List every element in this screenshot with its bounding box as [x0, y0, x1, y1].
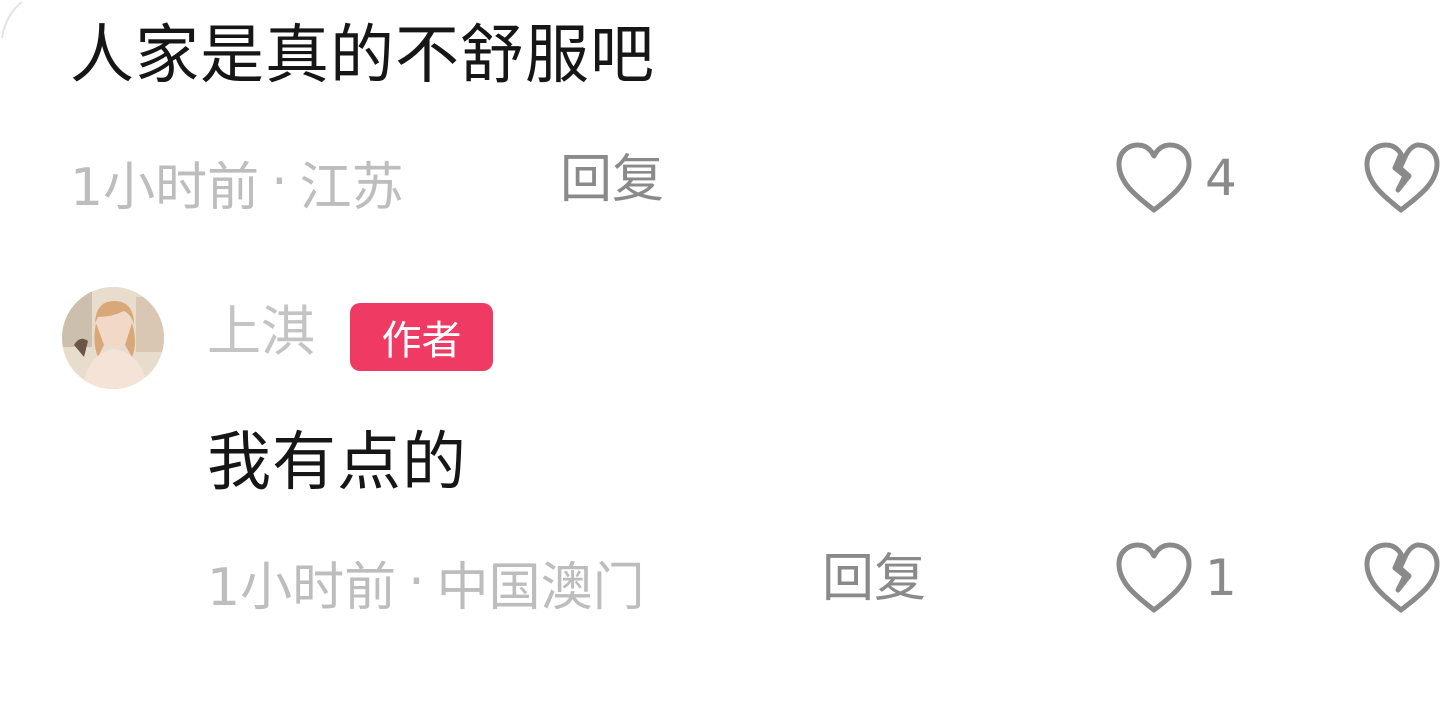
heart-outline-icon	[1116, 542, 1192, 613]
reply-button[interactable]: 回复	[822, 553, 926, 605]
dislike-button[interactable]	[1362, 540, 1440, 620]
broken-heart-icon	[1364, 542, 1440, 613]
reply-location: 中国澳门	[436, 557, 645, 618]
username[interactable]: 上淇	[207, 305, 315, 359]
comment-location: 江苏	[299, 157, 404, 218]
meta-separator: ·	[271, 152, 288, 212]
comment-meta: 1小时前 · 江苏	[70, 146, 404, 218]
meta-separator: ·	[408, 552, 425, 612]
like-count: 1	[1205, 549, 1237, 607]
avatar[interactable]	[62, 287, 164, 389]
reply-meta: 1小时前 · 中国澳门	[207, 546, 645, 618]
reply-text: 我有点的	[207, 426, 467, 500]
dislike-button[interactable]	[1362, 140, 1440, 220]
broken-heart-icon	[1364, 142, 1440, 213]
reply-time: 1小时前	[207, 557, 397, 618]
heart-outline-icon	[1116, 142, 1192, 213]
like-count: 4	[1205, 149, 1237, 207]
author-badge: 作者	[350, 303, 493, 371]
user-avatar-photo	[62, 287, 164, 389]
corner-curve-decoration	[1, 1, 23, 39]
reply-button[interactable]: 回复	[560, 154, 664, 206]
like-button[interactable]: 4	[1113, 140, 1237, 216]
like-button[interactable]: 1	[1113, 540, 1237, 616]
comment-text: 人家是真的不舒服吧	[70, 19, 655, 93]
comment-time: 1小时前	[70, 157, 260, 218]
